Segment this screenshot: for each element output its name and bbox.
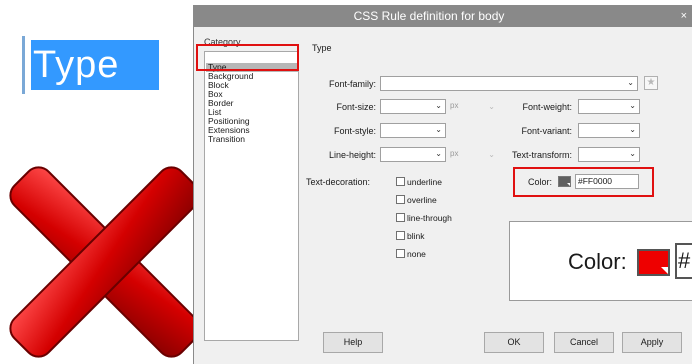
- line-height-unit-select[interactable]: px ⌄: [450, 149, 498, 162]
- underline-label: underline: [407, 177, 442, 187]
- line-through-label: line-through: [407, 213, 452, 223]
- cancel-button[interactable]: Cancel: [554, 332, 614, 353]
- font-weight-label: Font-weight:: [522, 102, 572, 112]
- category-highlight-box: [196, 44, 299, 71]
- font-style-label: Font-style:: [333, 126, 376, 136]
- chevron-down-icon: ⌄: [629, 101, 636, 110]
- chevron-down-icon: ⌄: [488, 102, 495, 111]
- blink-label: blink: [407, 231, 425, 241]
- chevron-down-icon: ⌄: [435, 101, 442, 110]
- overline-label: overline: [407, 195, 437, 205]
- title-bar: CSS Rule definition for body ×: [194, 5, 692, 27]
- font-variant-label: Font-variant:: [521, 126, 572, 136]
- red-cross-icon: [9, 166, 201, 358]
- zoomed-color-callout: Color: #: [509, 221, 692, 301]
- line-height-select[interactable]: ⌄: [380, 147, 446, 162]
- apply-button[interactable]: Apply: [622, 332, 682, 353]
- chevron-down-icon: ⌄: [488, 150, 495, 159]
- overline-checkbox[interactable]: [396, 195, 405, 204]
- category-item-transition[interactable]: Transition: [208, 135, 245, 144]
- ok-button[interactable]: OK: [484, 332, 544, 353]
- none-checkbox[interactable]: [396, 249, 405, 258]
- dialog-title: CSS Rule definition for body: [353, 9, 505, 23]
- favorite-fonts-icon[interactable]: ★: [644, 76, 658, 90]
- text-transform-label: Text-transform:: [511, 150, 572, 160]
- font-size-label: Font-size:: [336, 102, 376, 112]
- help-button[interactable]: Help: [323, 332, 383, 353]
- category-list[interactable]: Type Background Block Box Border List Po…: [204, 51, 299, 341]
- zoomed-hex-input: #: [675, 243, 692, 279]
- focus-bar: [22, 36, 25, 94]
- zoomed-color-swatch: [637, 249, 670, 276]
- zoomed-color-label: Color:: [568, 249, 627, 274]
- close-icon[interactable]: ×: [681, 5, 687, 27]
- blink-checkbox[interactable]: [396, 231, 405, 240]
- section-header: Type: [312, 43, 332, 53]
- chevron-down-icon: ⌄: [435, 125, 442, 134]
- text-transform-select[interactable]: ⌄: [578, 147, 640, 162]
- zoomed-type-label: Type: [22, 34, 162, 94]
- font-size-unit-select[interactable]: px ⌄: [450, 101, 498, 114]
- zoomed-type-text: Type: [31, 40, 159, 90]
- text-decoration-label: Text-decoration:: [306, 177, 371, 187]
- font-weight-select[interactable]: ⌄: [578, 99, 640, 114]
- font-family-select[interactable]: ⌄: [380, 76, 638, 91]
- chevron-down-icon: ⌄: [629, 125, 636, 134]
- line-height-label: Line-height:: [328, 150, 376, 160]
- font-family-label: Font-family:: [328, 79, 376, 89]
- font-size-select[interactable]: ⌄: [380, 99, 446, 114]
- font-style-select[interactable]: ⌄: [380, 123, 446, 138]
- css-rule-dialog: CSS Rule definition for body × Category …: [193, 5, 692, 364]
- chevron-down-icon: ⌄: [435, 149, 442, 158]
- font-variant-select[interactable]: ⌄: [578, 123, 640, 138]
- underline-checkbox[interactable]: [396, 177, 405, 186]
- line-through-checkbox[interactable]: [396, 213, 405, 222]
- color-highlight-box: [513, 167, 654, 197]
- chevron-down-icon: ⌄: [629, 149, 636, 158]
- none-label: none: [407, 249, 426, 259]
- chevron-down-icon: ⌄: [627, 78, 634, 87]
